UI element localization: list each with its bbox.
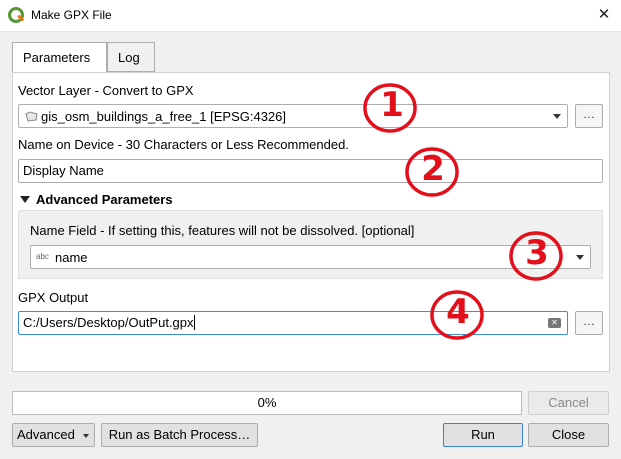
tab-parameters[interactable]: Parameters [12, 42, 107, 74]
qgis-logo-icon [8, 7, 25, 23]
vector-layer-value: gis_osm_buildings_a_free_1 [EPSG:4326] [41, 109, 286, 124]
name-on-device-field[interactable]: Display Name [18, 159, 603, 183]
title-bar: Make GPX File ✕ [0, 0, 621, 32]
string-field-icon: abc [36, 252, 49, 261]
gpx-output-value: C:/Users/Desktop/OutPut.gpx [23, 315, 194, 330]
gpx-output-label: GPX Output [18, 290, 89, 305]
text-cursor [193, 315, 195, 330]
triangle-down-icon [20, 196, 30, 203]
chevron-down-icon [576, 255, 584, 260]
name-field-label: Name Field - If setting this, features w… [30, 223, 415, 238]
polygon-layer-icon [25, 111, 38, 122]
name-field-value: name [55, 250, 88, 265]
cancel-button[interactable]: Cancel [528, 391, 609, 415]
vector-layer-label: Vector Layer - Convert to GPX [18, 83, 194, 98]
progress-bar: 0% [12, 391, 522, 415]
advanced-parameters-header[interactable]: Advanced Parameters [20, 192, 173, 207]
advanced-parameters-title: Advanced Parameters [36, 192, 173, 207]
gpx-output-browse-button[interactable]: … [575, 311, 603, 335]
run-as-batch-button[interactable]: Run as Batch Process… [101, 423, 258, 447]
window-title: Make GPX File [31, 8, 112, 22]
close-button[interactable]: Close [528, 423, 609, 447]
clear-text-icon[interactable]: ✕ [548, 318, 561, 328]
annotation-2: 2 [403, 144, 463, 200]
vector-layer-options-button[interactable]: … [575, 104, 603, 128]
annotation-1: 1 [362, 80, 422, 136]
tab-log[interactable]: Log [107, 42, 155, 72]
advanced-menu-button[interactable]: Advanced [12, 423, 95, 447]
small-chevron-down-icon [83, 434, 89, 438]
run-button[interactable]: Run [443, 423, 523, 447]
annotation-4: 4 [428, 287, 488, 343]
annotation-3: 3 [507, 228, 567, 284]
chevron-down-icon [553, 114, 561, 119]
advanced-button-label: Advanced [17, 427, 75, 442]
close-window-icon[interactable]: ✕ [590, 3, 618, 27]
vector-layer-combo[interactable]: gis_osm_buildings_a_free_1 [EPSG:4326] [18, 104, 568, 128]
name-on-device-label: Name on Device - 30 Characters or Less R… [18, 137, 349, 152]
progress-text: 0% [257, 395, 277, 410]
